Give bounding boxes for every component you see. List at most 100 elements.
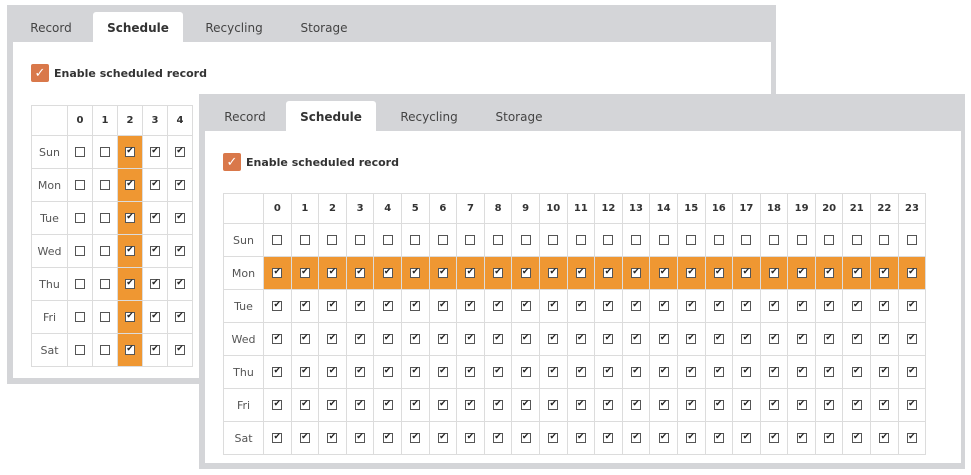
schedule-cell[interactable] [732,289,761,323]
schedule-cell[interactable] [67,300,93,334]
schedule-cell[interactable] [290,421,320,455]
tab-schedule[interactable]: Schedule [93,12,183,42]
schedule-cell[interactable] [676,289,706,323]
hour-checkbox[interactable] [125,245,135,256]
hour-checkbox[interactable] [575,234,586,245]
schedule-cell[interactable] [842,256,872,290]
schedule-cell[interactable] [897,289,927,323]
day-label[interactable]: Tue [223,289,264,323]
hour-checkbox[interactable] [686,432,697,443]
hour-checkbox[interactable] [382,267,393,278]
hour-checkbox[interactable] [465,234,476,245]
hour-checkbox[interactable] [658,432,669,443]
schedule-cell[interactable] [428,388,458,422]
hour-checkbox[interactable] [382,333,393,344]
hour-checkbox[interactable] [824,267,835,278]
hour-checkbox[interactable] [125,278,135,289]
hour-header[interactable]: 7 [456,193,485,224]
hour-checkbox[interactable] [410,333,421,344]
hour-checkbox[interactable] [741,366,752,377]
hour-header[interactable]: 11 [566,193,596,224]
schedule-cell[interactable] [345,223,375,257]
schedule-cell[interactable] [92,168,118,202]
schedule-cell[interactable] [167,234,193,268]
tab-schedule[interactable]: Schedule [286,101,376,131]
hour-checkbox[interactable] [493,399,504,410]
hour-checkbox[interactable] [382,399,393,410]
schedule-cell[interactable] [400,256,430,290]
schedule-cell[interactable] [759,322,789,356]
schedule-cell[interactable] [814,223,844,257]
day-label[interactable]: Wed [223,322,264,356]
schedule-cell[interactable] [373,388,402,422]
schedule-cell[interactable] [67,333,93,367]
hour-checkbox[interactable] [382,432,393,443]
schedule-cell[interactable] [759,223,789,257]
schedule-cell[interactable] [483,289,513,323]
hour-checkbox[interactable] [631,234,642,245]
hour-checkbox[interactable] [493,300,504,311]
schedule-cell[interactable] [456,421,485,455]
hour-checkbox[interactable] [658,267,669,278]
schedule-cell[interactable] [483,388,513,422]
hour-checkbox[interactable] [768,300,779,311]
hour-checkbox[interactable] [175,245,185,256]
hour-header[interactable]: 23 [897,193,927,224]
hour-checkbox[interactable] [75,212,85,223]
schedule-cell[interactable] [676,322,706,356]
schedule-cell[interactable] [67,234,93,268]
hour-checkbox[interactable] [355,366,366,377]
hour-checkbox[interactable] [548,234,559,245]
hour-checkbox[interactable] [879,399,890,410]
hour-checkbox[interactable] [548,333,559,344]
hour-checkbox[interactable] [658,333,669,344]
schedule-cell[interactable] [649,355,678,389]
hour-checkbox[interactable] [741,234,752,245]
hour-checkbox[interactable] [150,245,160,256]
hour-checkbox[interactable] [906,333,917,344]
hour-checkbox[interactable] [272,432,283,443]
schedule-cell[interactable] [732,421,761,455]
hour-checkbox[interactable] [125,212,135,223]
schedule-cell[interactable] [92,300,118,334]
tab-storage[interactable]: Storage [287,12,361,42]
hour-checkbox[interactable] [100,179,110,190]
hour-header[interactable]: 3 [345,193,375,224]
schedule-cell[interactable] [263,256,292,290]
hour-checkbox[interactable] [327,366,338,377]
schedule-cell[interactable] [870,355,899,389]
tab-recycling[interactable]: Recycling [193,12,275,42]
schedule-cell[interactable] [67,201,93,235]
hour-checkbox[interactable] [100,311,110,322]
schedule-cell[interactable] [456,388,485,422]
hour-header[interactable]: 0 [263,193,292,224]
schedule-cell[interactable] [814,256,844,290]
hour-checkbox[interactable] [631,333,642,344]
hour-header[interactable]: 18 [759,193,789,224]
hour-checkbox[interactable] [100,278,110,289]
day-label[interactable]: Mon [223,256,264,290]
hour-checkbox[interactable] [150,344,160,355]
hour-checkbox[interactable] [520,333,531,344]
hour-header[interactable]: 13 [621,193,651,224]
hour-checkbox[interactable] [851,333,862,344]
schedule-cell[interactable] [759,421,789,455]
hour-checkbox[interactable] [299,234,310,245]
schedule-cell[interactable] [732,223,761,257]
hour-checkbox[interactable] [603,234,614,245]
day-label[interactable]: Mon [31,168,68,202]
schedule-cell[interactable] [318,421,347,455]
hour-checkbox[interactable] [824,432,835,443]
schedule-cell[interactable] [566,421,596,455]
schedule-cell[interactable] [483,421,513,455]
schedule-cell[interactable] [117,300,143,334]
schedule-cell[interactable] [870,388,899,422]
schedule-cell[interactable] [400,322,430,356]
hour-checkbox[interactable] [713,333,724,344]
schedule-cell[interactable] [594,421,623,455]
hour-header[interactable]: 5 [400,193,430,224]
schedule-cell[interactable] [897,355,927,389]
hour-checkbox[interactable] [437,267,448,278]
schedule-cell[interactable] [704,223,734,257]
hour-header[interactable]: 19 [787,193,816,224]
